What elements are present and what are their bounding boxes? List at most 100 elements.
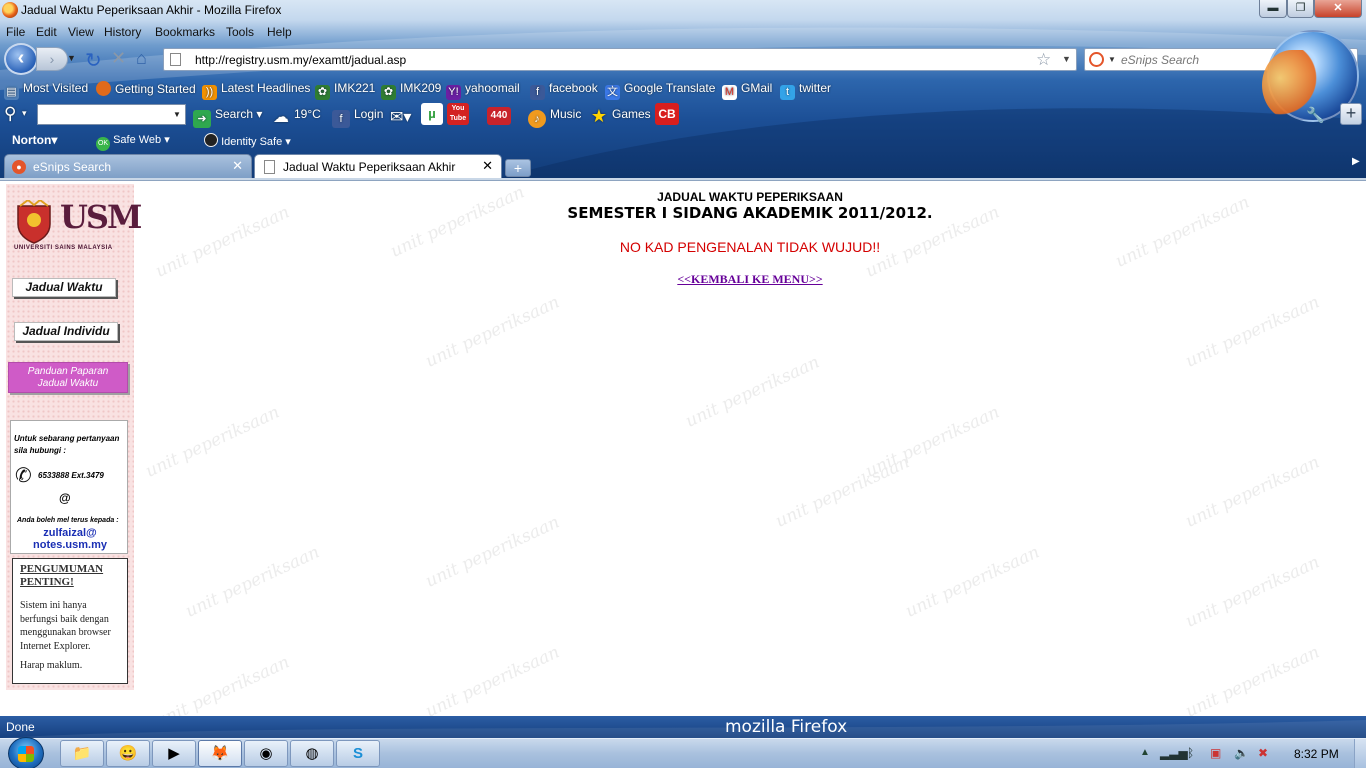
jadual-individu-button[interactable]: Jadual Individu [14, 322, 118, 341]
taskbar-messenger[interactable]: 😀 [106, 740, 150, 767]
tab-scroll-icon[interactable]: ▶ [1352, 156, 1360, 167]
start-button[interactable] [8, 737, 44, 768]
phone-number: 6533888 Ext.3479 [38, 471, 104, 480]
esnips-icon: ● [12, 160, 26, 174]
tab-jadual-waktu[interactable]: Jadual Waktu Peperiksaan Akhir ✕ [254, 154, 502, 178]
watermark: unit peperiksaan [1182, 552, 1323, 632]
menu-bookmarks[interactable]: Bookmarks [155, 25, 215, 39]
weather-widget[interactable]: ☁ 19°C [272, 107, 321, 127]
bookmark-facebook[interactable]: f facebook [530, 81, 598, 100]
jadual-waktu-button[interactable]: Jadual Waktu [12, 278, 116, 297]
browser-chrome: Jadual Waktu Peperiksaan Akhir - Mozilla… [0, 0, 1366, 178]
bookmark-most-visited[interactable]: ▤ Most Visited [4, 81, 88, 100]
bookmark-getting-started[interactable]: Getting Started [96, 81, 196, 96]
plant-icon: ✿ [381, 85, 396, 100]
address-bar[interactable]: http://registry.usm.my/examtt/jadual.asp… [163, 48, 1077, 71]
utorrent-icon[interactable]: µ [421, 103, 443, 125]
menu-file[interactable]: File [6, 25, 25, 39]
firefox-app-icon[interactable] [2, 2, 18, 18]
cb-icon[interactable]: CB [655, 103, 679, 125]
page-content: unit peperiksaan unit peperiksaan unit p… [0, 182, 1366, 716]
notice-end: Harap maklum. [20, 660, 83, 671]
usm-subtitle: UNIVERSITI SAINS MALAYSIA [14, 245, 113, 251]
games-button[interactable]: ★ Games [590, 107, 651, 125]
norton-menu[interactable]: Norton▾ [12, 133, 57, 147]
add-toolbar-button[interactable]: + [1340, 103, 1362, 125]
tray-expand-icon[interactable]: ▲ [1140, 747, 1150, 758]
badge-440[interactable]: 440 [487, 107, 511, 125]
menu-view[interactable]: View [68, 25, 94, 39]
menu-tools[interactable]: Tools [226, 25, 254, 39]
taskbar-firefox[interactable]: 🦊 [198, 740, 242, 767]
panduan-paparan-button[interactable]: Panduan Paparan Jadual Waktu [8, 362, 128, 393]
history-dropdown-icon[interactable]: ▼ [67, 53, 76, 63]
tab-close-icon[interactable]: ✕ [232, 158, 243, 174]
music-button[interactable]: ♪ Music [528, 107, 581, 128]
toolbar-search-dropdown-icon[interactable]: ▾ [22, 108, 27, 119]
bluetooth-icon[interactable]: ᛒ [1187, 746, 1194, 760]
wrench-icon[interactable]: 🔧 [1306, 106, 1325, 124]
watermark: unit peperiksaan [902, 542, 1043, 622]
bookmark-latest-headlines[interactable]: )) Latest Headlines [202, 81, 310, 100]
tab-label: eSnips Search [33, 160, 112, 174]
safe-web-button[interactable]: OK Safe Web ▾ [96, 133, 170, 151]
taskbar-chrome[interactable]: ◉ [244, 740, 288, 767]
at-sign-icon: @ [59, 491, 71, 505]
bookmark-imk209[interactable]: ✿ IMK209 [381, 81, 441, 100]
network-status-icon[interactable]: ✖ [1258, 746, 1268, 760]
url-text[interactable]: http://registry.usm.my/examtt/jadual.asp [195, 53, 406, 67]
engine-dropdown-icon[interactable]: ▼ [1108, 55, 1116, 64]
maximize-button[interactable]: ❐ [1287, 0, 1314, 18]
reload-icon[interactable]: ↻ [85, 48, 102, 73]
watermark: unit peperiksaan [1182, 642, 1323, 716]
bookmark-gmail[interactable]: M GMail [722, 81, 772, 100]
search-placeholder[interactable]: eSnips Search [1121, 53, 1199, 67]
close-button[interactable]: ✕ [1314, 0, 1362, 18]
home-icon[interactable]: ⌂ [136, 48, 147, 69]
email-link[interactable]: zulfaizal@ notes.usm.my [15, 527, 125, 551]
stop-icon[interactable]: ✕ [111, 48, 126, 69]
taskbar-media-player[interactable]: ▶ [152, 740, 196, 767]
taskbar-network[interactable]: ◍ [290, 740, 334, 767]
plant-icon: ✿ [315, 85, 330, 100]
usm-logo[interactable]: USM UNIVERSITI SAINS MALAYSIA [14, 198, 142, 254]
taskbar-explorer[interactable]: 📁 [60, 740, 104, 767]
toolbar-search-input[interactable] [37, 104, 186, 125]
forward-button[interactable]: › [36, 47, 68, 71]
search-engine-icon[interactable] [1089, 52, 1104, 67]
volume-icon[interactable]: 🔈 [1234, 746, 1249, 760]
clock[interactable]: 8:32 PM [1294, 747, 1339, 761]
watermark: unit peperiksaan [182, 542, 323, 622]
watermark: unit peperiksaan [422, 292, 563, 372]
menu-history[interactable]: History [104, 25, 141, 39]
back-to-menu-link[interactable]: <<KEMBALI KE MENU>> [600, 272, 900, 287]
minimize-button[interactable]: ▬ [1259, 0, 1287, 18]
identity-safe-button[interactable]: Identity Safe ▾ [204, 133, 291, 148]
email-line-2: notes.usm.my [33, 539, 107, 551]
new-tab-button[interactable]: + [505, 159, 531, 177]
watermark: unit peperiksaan [142, 402, 283, 482]
taskbar-skype[interactable]: S [336, 740, 380, 767]
url-dropdown-icon[interactable]: ▼ [1062, 54, 1071, 64]
notice-body: Sistem ini hanya berfungsi baik dengan m… [20, 600, 111, 652]
tab-close-icon[interactable]: ✕ [482, 158, 493, 174]
menu-edit[interactable]: Edit [36, 25, 57, 39]
toolbar-search-dropdown-icon[interactable]: ▼ [173, 110, 181, 119]
youtube-icon[interactable]: You Tube [447, 103, 469, 125]
toolbar-search-button[interactable]: ➜ Search ▾ [193, 107, 262, 128]
bookmark-yahoomail[interactable]: Y! yahoomail [446, 81, 520, 100]
back-button[interactable]: ‹ [4, 43, 38, 75]
signal-icon[interactable]: ▂▃▅ [1160, 746, 1188, 760]
tab-esnips-search[interactable]: ● eSnips Search ✕ [4, 154, 252, 178]
watermark: unit peperiksaan [152, 652, 293, 716]
menu-help[interactable]: Help [267, 25, 292, 39]
login-button[interactable]: f Login [332, 107, 383, 128]
bookmark-star-icon[interactable]: ☆ [1036, 50, 1051, 70]
bookmark-twitter[interactable]: t twitter [780, 81, 831, 100]
toolbar-magnifier-icon[interactable]: ⚲ [4, 104, 16, 124]
bookmark-imk221[interactable]: ✿ IMK221 [315, 81, 375, 100]
mail-icon[interactable]: ✉▾ [390, 107, 411, 127]
bookmark-google-translate[interactable]: 文 Google Translate [605, 81, 715, 100]
security-icon[interactable]: ▣ [1210, 746, 1221, 760]
show-desktop-button[interactable] [1354, 739, 1366, 768]
